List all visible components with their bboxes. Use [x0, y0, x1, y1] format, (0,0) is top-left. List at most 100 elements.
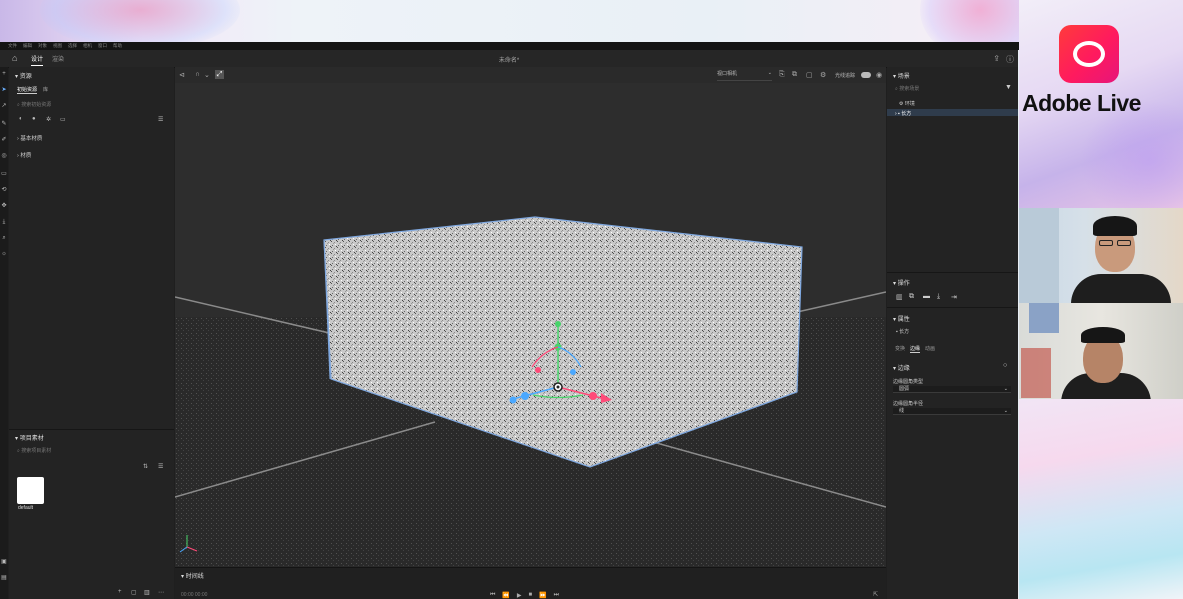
menu-edit[interactable]: 编辑 — [23, 43, 32, 49]
tree-item-basic-materials[interactable]: › 基本材质 — [17, 134, 42, 142]
filter-icon[interactable]: ▼ — [1005, 84, 1012, 91]
raytrace-label: 光线追踪 — [835, 73, 856, 79]
reset-icon[interactable]: ○ — [1003, 362, 1007, 369]
list-view-icon[interactable]: ☰ — [158, 116, 163, 123]
project-search[interactable]: ⌕ 搜索项目素材 — [17, 447, 51, 454]
scene-item-environment[interactable]: ⚙ 环境 — [899, 100, 915, 107]
menu-object[interactable]: 对象 — [38, 43, 47, 49]
delete-icon[interactable]: ▥ — [896, 293, 903, 301]
images-filter-icon[interactable]: ▭ — [60, 116, 66, 123]
timeline-title[interactable]: ▾ 时间线 — [181, 571, 204, 580]
menu-select[interactable]: 选择 — [68, 43, 77, 49]
camera-bookmark-icon[interactable]: ⎘ — [779, 71, 785, 79]
menu-file[interactable]: 文件 — [8, 43, 17, 49]
substance-stager-window: 文件 编辑 对象 视图 选择 相机 窗口 帮助 ⌂ 设计 渲染 未命名* ⇪ ⓘ… — [0, 42, 1026, 599]
list-view-icon[interactable]: ☰ — [158, 463, 163, 470]
edge-type-label: 边缘圆角类型 — [893, 379, 924, 385]
step-forward-icon[interactable]: ⏩ — [539, 592, 546, 599]
asset-thumbnail[interactable] — [17, 477, 44, 504]
panel-divider — [9, 429, 174, 430]
pan-tool-icon[interactable]: ✥ — [0, 203, 8, 210]
brush-tool-icon[interactable]: ✎ — [0, 121, 8, 128]
menu-view[interactable]: 视图 — [53, 43, 62, 49]
skip-end-icon[interactable]: ⏭ — [554, 592, 559, 599]
image-icon[interactable]: ▣ — [0, 559, 8, 566]
document-title: 未命名* — [498, 58, 520, 64]
play-icon[interactable]: ▶ — [517, 592, 522, 599]
screenshot-icon[interactable]: ▢ — [806, 71, 813, 79]
light-tool-icon[interactable]: ☼ — [0, 251, 8, 258]
actions-title[interactable]: ▾ 操作 — [893, 278, 910, 287]
models-filter-icon[interactable]: ◐ — [19, 116, 23, 122]
tab-animation[interactable]: 动画 — [925, 345, 935, 352]
materials-filter-icon[interactable]: ● — [32, 116, 36, 122]
scene-item-box[interactable]: › ▪ 长方 — [895, 110, 911, 117]
chat-icon[interactable]: ▤ — [0, 575, 8, 582]
tab-edges[interactable]: 边缘 — [910, 345, 921, 353]
menu-window[interactable]: 窗口 — [98, 43, 107, 49]
sort-icon[interactable]: ⇅ — [143, 463, 148, 470]
more-icon[interactable]: ⋯ — [158, 589, 164, 596]
3d-viewport[interactable]: ⊲ ∩ ⌄ ⤢ 视口相机 ⌄ ⎘ ⧉ ▢ ⚙ 光线追踪 ◉ ▾ 时间线 00:00… — [175, 67, 886, 599]
adobe-live-card: Adobe Live — [1019, 0, 1183, 208]
zoom-tool-icon[interactable]: ⌕ — [0, 235, 8, 242]
edge-type-select[interactable]: 圆弧 ⌄ — [893, 386, 1011, 393]
collapse-icon[interactable]: ⊲ — [179, 71, 185, 79]
viewport-toolbar: ⊲ ∩ ⌄ ⤢ 视口相机 ⌄ ⎘ ⧉ ▢ ⚙ 光线追踪 ◉ — [175, 67, 886, 83]
properties-title[interactable]: ▾ 属性 — [893, 314, 910, 323]
help-icon[interactable]: ⓘ — [1006, 54, 1014, 65]
chevron-down-icon[interactable]: ⌄ — [204, 71, 210, 79]
select-tool-icon[interactable]: ➤ — [0, 87, 8, 94]
skip-start-icon[interactable]: ⏮ — [490, 592, 495, 599]
edge-size-select[interactable]: 线 ⌄ — [893, 408, 1011, 415]
paint-tool-icon[interactable]: ✐ — [0, 137, 8, 144]
share-icon[interactable]: ⇪ — [993, 54, 1000, 65]
camera-icon[interactable]: ◉ — [876, 71, 882, 79]
tool-strip: + ➤ ↗ ✎ ✐ ◎ ▭ ⟲ ✥ ⤓ ⌕ ☼ ▣ ▤ — [0, 67, 8, 599]
folder-icon[interactable]: ▢ — [131, 589, 137, 596]
tab-transform[interactable]: 变换 — [895, 345, 905, 352]
snap-icon[interactable]: ⤢ — [215, 70, 224, 79]
drop-to-floor-icon[interactable]: ⤓ — [937, 293, 940, 301]
scene-search[interactable]: ⌕ 搜索场景 — [895, 85, 919, 92]
add-icon[interactable]: + — [0, 71, 8, 78]
asset-label: default — [18, 505, 34, 511]
scene-title[interactable]: ▾ 场景 — [893, 71, 910, 80]
rotate-tool-icon[interactable]: ⟲ — [0, 187, 8, 194]
webcam-feed-host — [1019, 208, 1183, 303]
edge-section-title[interactable]: ▾ 边缘 — [893, 363, 910, 372]
stop-icon[interactable]: ■ — [529, 592, 533, 599]
decorative-background — [1019, 399, 1183, 599]
assets-title[interactable]: ▾ 资源 — [15, 71, 32, 80]
transport-controls: ⏮ ⏪ ▶ ■ ⏩ ⏭ — [490, 592, 559, 599]
top-bar: ⌂ 设计 渲染 未命名* ⇪ ⓘ — [0, 50, 1018, 68]
download-tool-icon[interactable]: ⤓ — [0, 219, 8, 226]
duplicate-icon[interactable]: ⧉ — [909, 293, 914, 301]
orbit-tool-icon[interactable]: ◎ — [0, 153, 8, 160]
scene-panel: ▾ 场景 ⌕ 搜索场景 ▼ ⚙ 环境 › ▪ 长方 ▾ 操作 ▥ ⧉ ▬ ⤓ ⇥… — [887, 67, 1018, 599]
menu-camera[interactable]: 相机 — [83, 43, 92, 49]
tree-item-materials[interactable]: › 材质 — [17, 151, 31, 159]
menu-help[interactable]: 帮助 — [113, 43, 122, 49]
camera-select[interactable]: 视口相机 ⌄ — [717, 70, 772, 81]
camera-tool-icon[interactable]: ▭ — [0, 171, 8, 178]
delete-icon[interactable]: ▥ — [144, 589, 150, 596]
adobe-live-title: Adobe Live — [1022, 90, 1141, 116]
lights-filter-icon[interactable]: ✲ — [46, 116, 51, 123]
assets-search[interactable]: ⌕ 搜索初始资源 — [17, 101, 51, 108]
magnet-icon[interactable]: ∩ — [195, 71, 200, 78]
project-assets-title[interactable]: ▾ 项目素材 — [15, 433, 44, 442]
align-icon[interactable]: ⇥ — [951, 293, 957, 301]
step-back-icon[interactable]: ⏪ — [502, 592, 509, 599]
move-tool-icon[interactable]: ↗ — [0, 103, 8, 110]
subtab-library[interactable]: 库 — [43, 86, 48, 93]
frame-icon[interactable]: ⧉ — [792, 71, 797, 79]
creative-cloud-logo — [1059, 25, 1119, 83]
group-icon[interactable]: ▬ — [923, 293, 930, 300]
raytrace-toggle[interactable] — [861, 72, 871, 78]
subtab-starter-assets[interactable]: 初始资源 — [17, 86, 38, 94]
add-icon[interactable]: + — [118, 589, 122, 595]
settings-icon[interactable]: ⚙ — [820, 71, 826, 79]
scene-render[interactable] — [175, 67, 886, 567]
export-icon[interactable]: ⇱ — [873, 591, 878, 598]
